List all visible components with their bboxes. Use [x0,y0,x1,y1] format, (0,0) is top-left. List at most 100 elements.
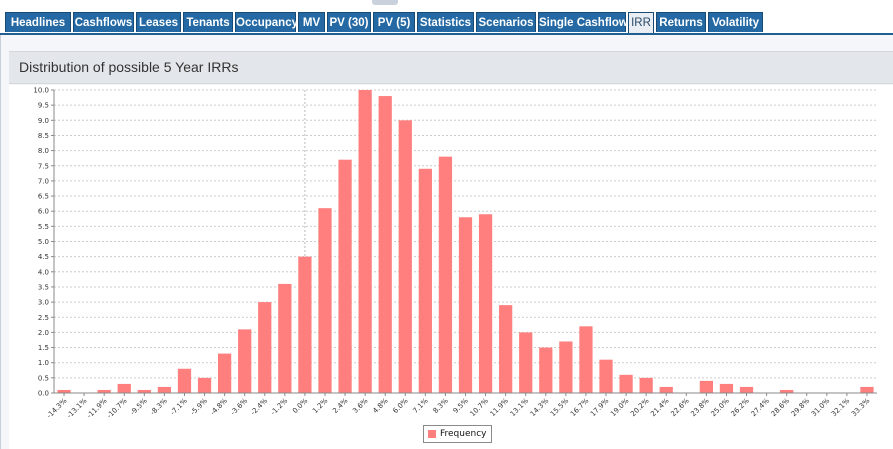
x-tick-label: 16.7% [569,397,591,419]
bar [338,159,352,393]
panel-header: Distribution of possible 5 Year IRRs [9,51,893,84]
tab-single-cashflow[interactable]: Single Cashflow [538,12,628,32]
y-tick-label: 2.0 [38,329,49,337]
tab-cashflows[interactable]: Cashflows [73,12,134,32]
bar [639,377,653,393]
x-tick-label: 17.9% [589,397,611,419]
x-tick-label: -8.3% [149,397,169,417]
x-tick-label: -2.4% [249,397,269,417]
bar [418,168,432,393]
content-area: Distribution of possible 5 Year IRRs 0.0… [0,35,893,449]
x-tick-label: 9.5% [452,397,470,415]
x-tick-label: 22.6% [669,397,691,419]
x-tick-label: 27.4% [750,397,772,419]
x-tick-label: 23.8% [689,397,711,419]
x-tick-label: 7.1% [412,397,430,415]
bar [378,96,392,393]
tab-volatility[interactable]: Volatility [708,12,763,32]
tab-occupancy[interactable]: Occupancy [235,12,298,32]
y-tick-label: 1.5 [38,344,49,352]
bar [739,386,754,393]
x-tick-label: 6.0% [391,397,409,415]
panel-title: Distribution of possible 5 Year IRRs [19,59,239,75]
bar [699,380,714,393]
tab-headlines[interactable]: Headlines [5,12,71,32]
tab-pv-30[interactable]: PV (30) [327,12,371,32]
bar [659,386,673,393]
y-tick-label: 6.0 [38,208,49,216]
y-tick-label: 4.5 [38,253,49,261]
x-tick-label: 14.3% [529,397,551,419]
x-tick-label: 32.1% [830,397,852,419]
x-tick-label: 25.0% [709,397,731,419]
bar [177,368,192,393]
bar [478,214,493,393]
tab-bar: Headlines Cashflows Leases Tenants Occupancy… [0,12,893,35]
y-tick-label: 7.0 [38,177,49,185]
bar [599,359,613,393]
x-tick-label: -4.8% [209,397,229,417]
x-tick-label: 28.6% [770,397,792,419]
x-tick-label: -7.1% [169,397,189,417]
x-tick-label: -3.6% [229,397,249,417]
x-tick-label: 29.8% [790,397,812,419]
tab-tenants[interactable]: Tenants [183,12,233,32]
chart-legend: Frequency [423,425,492,443]
irr-distribution-chart: 0.0 0.5 1.0 1.5 2.0 2.5 3.0 3.5 4.0 4.5 5.0 5.5 6.0 6… [33,87,877,420]
x-tick-label: 3.6% [351,397,369,415]
x-tick-label: 20.2% [629,397,651,419]
tab-mv[interactable]: MV [298,12,325,32]
tab-leases[interactable]: Leases [136,12,181,32]
legend-swatch [428,430,436,438]
x-tick-label: 26.2% [730,397,752,419]
y-tick-label: 9.0 [38,117,49,125]
bar [499,305,513,393]
y-tick-label: 0.0 [38,390,49,398]
x-tick-label: -5.9% [189,397,209,417]
tab-scenarios[interactable]: Scenarios [476,12,536,32]
x-tick-label: 11.9% [489,397,511,419]
x-tick-label: 8.3% [432,397,450,415]
x-tick-label: 10.7% [469,397,491,419]
bar [398,120,412,394]
window-handle[interactable] [372,0,398,5]
bar [117,383,131,393]
x-tick-label: -1.2% [269,397,289,417]
bar [539,347,553,393]
bar [318,208,332,393]
bar [559,341,573,393]
bar [579,326,593,393]
y-tick-label: 5.0 [38,238,49,246]
bar [860,386,874,393]
y-tick-label: 8.5 [38,132,49,140]
tab-pv-5[interactable]: PV (5) [373,12,415,32]
y-tick-label: 7.5 [38,162,49,170]
y-tick-label: 1.0 [38,359,49,367]
bar [458,217,473,393]
x-tick-label: 0.0% [291,397,309,415]
tab-returns[interactable]: Returns [656,12,706,32]
y-tick-label: 8.0 [38,147,49,155]
bar [519,332,533,393]
tab-irr[interactable]: IRR [628,12,654,33]
y-tick-label: 3.0 [38,299,49,307]
x-tick-label: 2.4% [331,397,349,415]
x-tick-label: -11.9% [85,397,108,420]
x-tick-label: -14.3% [45,397,68,420]
y-tick-label: 0.5 [38,374,49,382]
tab-statistics[interactable]: Statistics [417,12,474,32]
bar [619,374,633,393]
y-tick-label: 5.5 [38,223,49,231]
x-tick-label: 1.2% [311,397,329,415]
bar [358,90,372,393]
bar [217,353,232,393]
legend-label: Frequency [440,429,487,439]
x-tick-label: 19.0% [609,397,631,419]
x-tick-label: 13.1% [509,397,531,419]
x-tick-label: 15.5% [549,397,571,419]
x-tick-label: 4.8% [371,397,389,415]
x-tick-label: 31.0% [810,397,832,419]
y-tick-label: 6.5 [38,193,49,201]
x-tick-label: 21.4% [649,397,671,419]
y-tick-label: 10.0 [33,87,49,95]
